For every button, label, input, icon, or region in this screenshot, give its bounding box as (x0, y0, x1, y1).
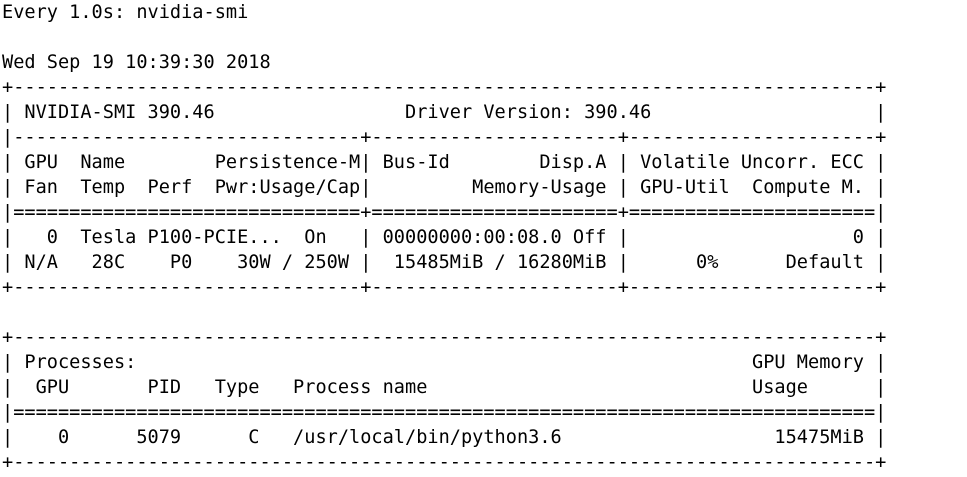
processes-header-row-1: | Processes: GPU Memory | (2, 352, 887, 373)
gpu-header-separator: |===============================+=======… (2, 202, 887, 223)
table-bottom-border: +-------------------------------+-------… (2, 277, 887, 298)
version-row: | NVIDIA-SMI 390.46 Driver Version: 390.… (2, 102, 887, 123)
gpu-header-row-2: | Fan Temp Perf Pwr:Usage/Cap| Memory-Us… (2, 177, 887, 198)
processes-bottom-border: +---------------------------------------… (2, 452, 887, 473)
gpu-header-row-1: | GPU Name Persistence-M| Bus-Id Disp.A … (2, 152, 887, 173)
gpu-row-1: | 0 Tesla P100-PCIE... On | 00000000:00:… (2, 227, 887, 248)
processes-top-border: +---------------------------------------… (2, 327, 887, 348)
terminal-window[interactable]: Every 1.0s: nvidia-smi Wed Sep 19 10:39:… (0, 0, 967, 477)
watch-header-line: Every 1.0s: nvidia-smi (2, 2, 249, 23)
timestamp-line: Wed Sep 19 10:39:30 2018 (2, 52, 271, 73)
table-divider: |-------------------------------+-------… (2, 127, 887, 148)
processes-header-row-2: | GPU PID Type Process name Usage | (2, 377, 887, 398)
process-row: | 0 5079 C /usr/local/bin/python3.6 1547… (2, 427, 887, 448)
gpu-row-2: | N/A 28C P0 30W / 250W | 15485MiB / 162… (2, 252, 887, 273)
table-top-border: +---------------------------------------… (2, 77, 887, 98)
processes-separator: |=======================================… (2, 402, 887, 423)
